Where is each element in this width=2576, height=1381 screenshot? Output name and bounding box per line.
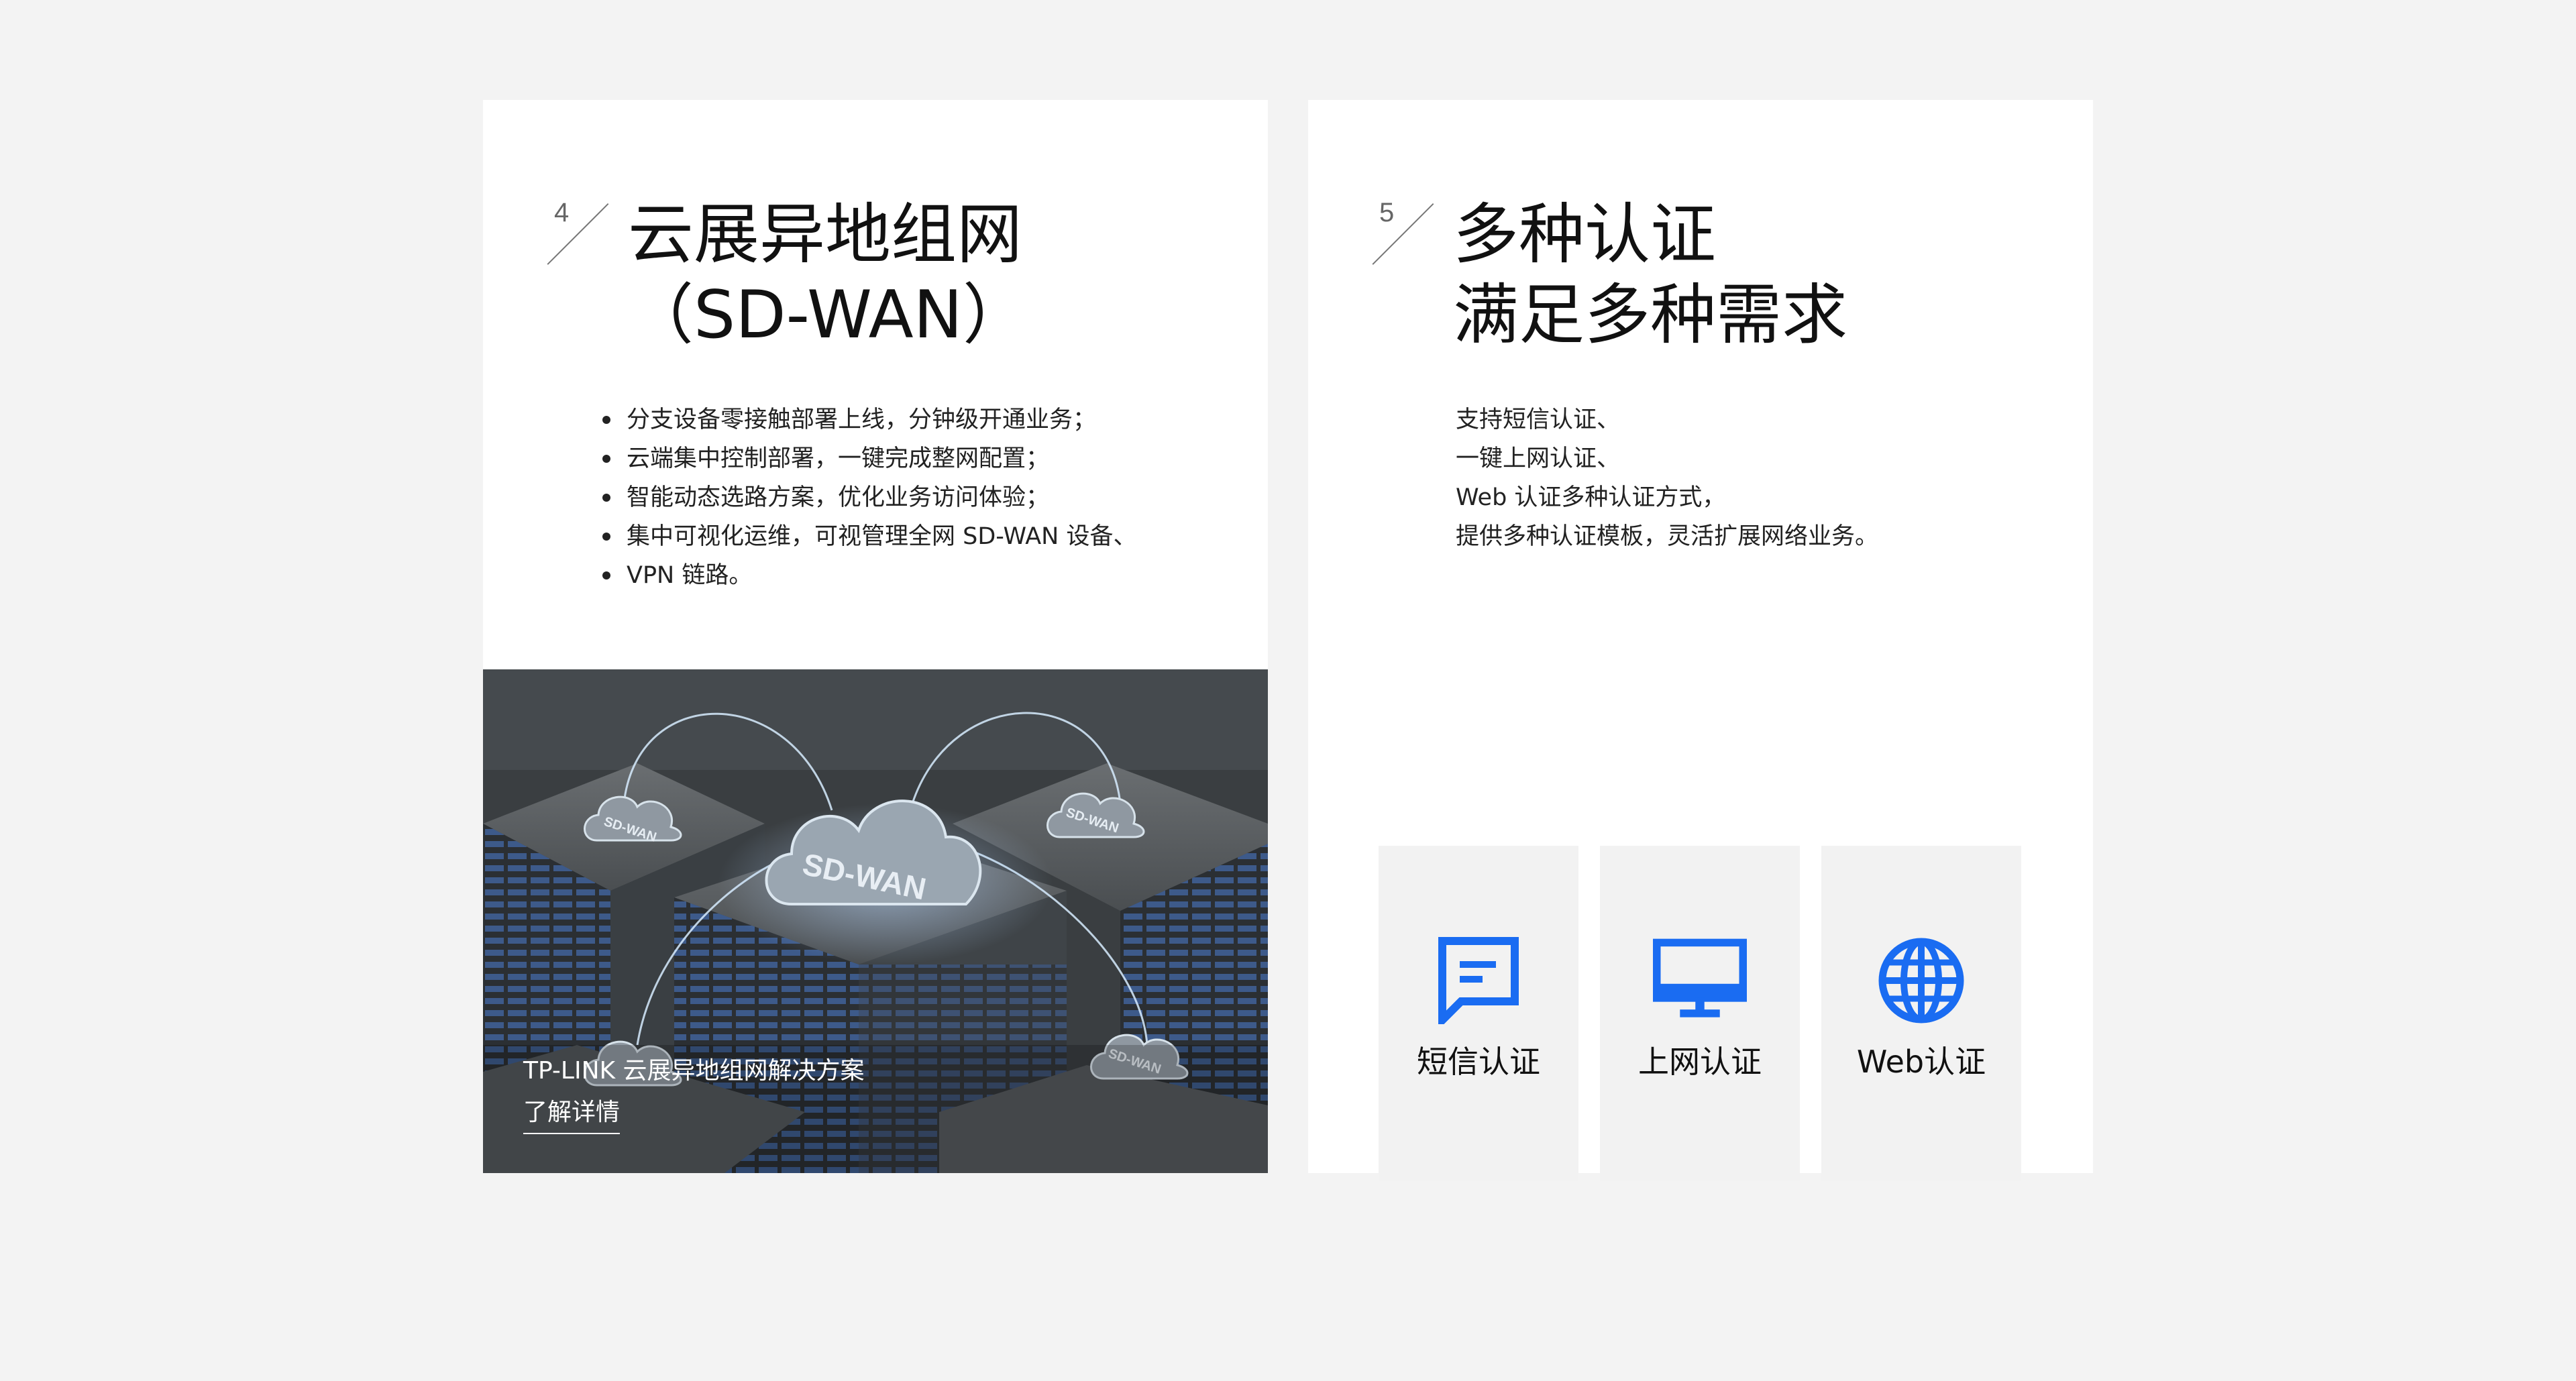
sms-auth-tile: 短信认证 (1379, 846, 1578, 1181)
list-item: 云端集中控制部署，一键完成整网配置； (602, 439, 1136, 478)
section-title-line2: （SD-WAN） (628, 277, 1028, 353)
auth-card: 5 多种认证 满足多种需求 支持短信认证、 一键上网认证、 Web 认证多种认证… (1308, 100, 2093, 1181)
list-item: 集中可视化运维，可视管理全网 SD-WAN 设备、 (602, 517, 1136, 556)
description-line: Web 认证多种认证方式， (1456, 484, 1726, 511)
message-icon (1432, 937, 1525, 1024)
auth-description: 支持短信认证、 一键上网认证、 Web 认证多种认证方式， 提供多种认证模板，灵… (1456, 400, 1878, 556)
list-item-continuation: VPN 链路。 (602, 556, 1136, 595)
section-title-line1: 多种认证 (1453, 197, 1717, 273)
sdwan-hero-image: SD-WAN SD-WAN SD-WAN SD-WAN TP-LINK 云展异地… (483, 669, 1268, 1173)
list-item: 智能动态选路方案，优化业务访问体验； (602, 478, 1136, 517)
globe-icon (1874, 937, 1968, 1024)
list-item: 分支设备零接触部署上线，分钟级开通业务； (602, 400, 1136, 439)
description-line: 一键上网认证、 (1456, 445, 1621, 472)
web-access-auth-tile: 上网认证 (1600, 846, 1800, 1181)
section-number: 5 (1379, 198, 1395, 227)
learn-more-link[interactable]: 了解详情 (523, 1093, 621, 1134)
section-number: 4 (554, 198, 570, 227)
feature-list: 分支设备零接触部署上线，分钟级开通业务； 云端集中控制部署，一键完成整网配置； … (602, 400, 1136, 595)
solution-caption: TP-LINK 云展异地组网解决方案 (523, 1057, 865, 1085)
tile-label: 上网认证 (1638, 1044, 1762, 1080)
description-line: 提供多种认证模板，灵活扩展网络业务。 (1456, 523, 1879, 550)
section-title-line1: 云展异地组网 (628, 197, 1023, 273)
tile-label: 短信认证 (1417, 1044, 1540, 1080)
web-auth-tile: Web认证 (1821, 846, 2021, 1181)
sdwan-card: 4 云展异地组网 （SD-WAN） 分支设备零接触部署上线，分钟级开通业务； 云… (483, 100, 1268, 1173)
description-line: 支持短信认证、 (1456, 406, 1621, 433)
monitor-icon (1653, 937, 1747, 1024)
tile-label: Web认证 (1856, 1044, 1986, 1080)
section-title-line2: 满足多种需求 (1453, 277, 1848, 353)
